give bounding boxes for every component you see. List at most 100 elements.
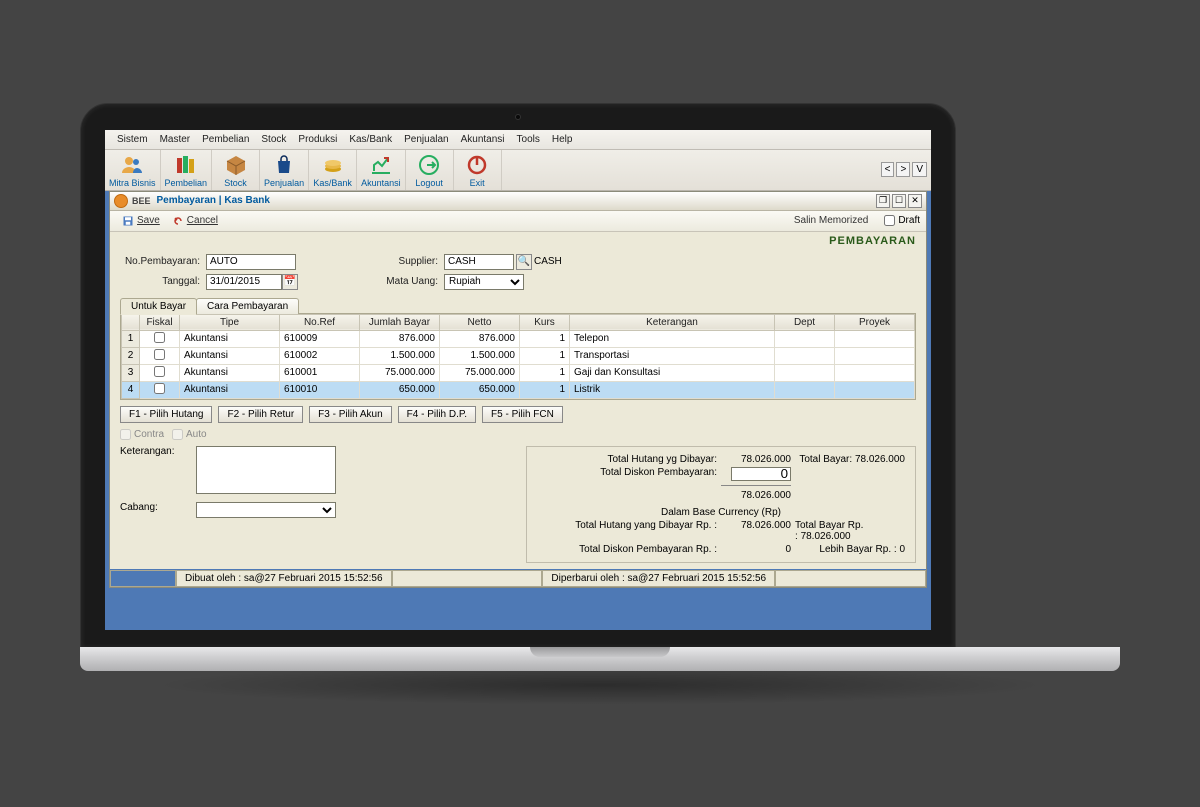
maximize-icon[interactable]: ☐ <box>892 194 906 208</box>
logout-icon <box>417 153 441 177</box>
table-row[interactable]: 1Akuntansi610009876.000876.0001Telepon <box>122 330 915 347</box>
tool-pembelian[interactable]: Pembelian <box>161 150 213 190</box>
tipe-cell[interactable]: Akuntansi <box>180 330 280 347</box>
no-pembayaran-input[interactable] <box>206 254 296 270</box>
menu-sistem[interactable]: Sistem <box>111 132 154 147</box>
kurs-cell[interactable]: 1 <box>520 330 570 347</box>
ket-cell[interactable]: Telepon <box>570 330 775 347</box>
bayar-cell[interactable]: 876.000 <box>360 330 440 347</box>
kurs-cell[interactable]: 1 <box>520 347 570 364</box>
diskon-input[interactable] <box>731 467 791 481</box>
col-noref[interactable]: No.Ref <box>280 314 360 330</box>
tool-mitra-bisnis[interactable]: Mitra Bisnis <box>105 150 161 190</box>
tool-stock[interactable]: Stock <box>212 150 260 190</box>
f3-pilih-akun[interactable]: F3 - Pilih Akun <box>309 406 391 423</box>
tipe-cell[interactable]: Akuntansi <box>180 381 280 398</box>
netto-cell[interactable]: 650.000 <box>440 381 520 398</box>
dept-cell[interactable] <box>775 347 835 364</box>
tab-untuk-bayar[interactable]: Untuk Bayar <box>120 298 197 315</box>
table-row[interactable]: 3Akuntansi61000175.000.00075.000.0001Gaj… <box>122 364 915 381</box>
tool-penjualan[interactable]: Penjualan <box>260 150 309 190</box>
kurs-cell[interactable]: 1 <box>520 364 570 381</box>
f5-pilih-fcn[interactable]: F5 - Pilih FCN <box>482 406 563 423</box>
nav-next[interactable]: > <box>896 162 910 177</box>
col-kurs[interactable]: Kurs <box>520 314 570 330</box>
proyek-cell[interactable] <box>835 330 915 347</box>
ket-cell[interactable]: Listrik <box>570 381 775 398</box>
fiskal-cell[interactable] <box>140 330 180 347</box>
proyek-cell[interactable] <box>835 381 915 398</box>
auto-checkbox[interactable]: Auto <box>172 429 207 440</box>
f2-pilih-retur[interactable]: F2 - Pilih Retur <box>218 406 303 423</box>
col-dept[interactable]: Dept <box>775 314 835 330</box>
col-jumlah-bayar[interactable]: Jumlah Bayar <box>360 314 440 330</box>
restore-down-icon[interactable]: ❐ <box>876 194 890 208</box>
tanggal-input[interactable] <box>206 274 282 290</box>
no-pembayaran-label: No.Pembayaran: <box>120 256 200 267</box>
val-total-bayar: 78.026.000 <box>855 454 905 465</box>
dept-cell[interactable] <box>775 364 835 381</box>
col-keterangan[interactable]: Keterangan <box>570 314 775 330</box>
supplier-input[interactable] <box>444 254 514 270</box>
fiskal-cell[interactable] <box>140 364 180 381</box>
menu-akuntansi[interactable]: Akuntansi <box>455 132 511 147</box>
dept-cell[interactable] <box>775 330 835 347</box>
fiskal-cell[interactable] <box>140 347 180 364</box>
menu-master[interactable]: Master <box>154 132 197 147</box>
f4-pilih-dp[interactable]: F4 - Pilih D.P. <box>398 406 476 423</box>
table-row[interactable]: 2Akuntansi6100021.500.0001.500.0001Trans… <box>122 347 915 364</box>
proyek-cell[interactable] <box>835 364 915 381</box>
menu-produksi[interactable]: Produksi <box>292 132 343 147</box>
col-rownum[interactable] <box>122 314 140 330</box>
cabang-select[interactable] <box>196 502 336 518</box>
tipe-cell[interactable]: Akuntansi <box>180 347 280 364</box>
tool-logout[interactable]: Logout <box>406 150 454 190</box>
save-button[interactable]: Save <box>116 213 166 229</box>
noref-cell[interactable]: 610001 <box>280 364 360 381</box>
fiskal-cell[interactable] <box>140 381 180 398</box>
keterangan-input[interactable] <box>196 446 336 494</box>
table-row[interactable]: 4Akuntansi610010650.000650.0001Listrik <box>122 381 915 398</box>
netto-cell[interactable]: 1.500.000 <box>440 347 520 364</box>
col-tipe[interactable]: Tipe <box>180 314 280 330</box>
menu-stock[interactable]: Stock <box>255 132 292 147</box>
cancel-button[interactable]: Cancel <box>166 213 224 229</box>
rownum-cell: 3 <box>122 364 140 381</box>
col-fiskal[interactable]: Fiskal <box>140 314 180 330</box>
kurs-cell[interactable]: 1 <box>520 381 570 398</box>
salin-memorized-button[interactable]: Salin Memorized <box>788 213 874 228</box>
bayar-cell[interactable]: 75.000.000 <box>360 364 440 381</box>
col-netto[interactable]: Netto <box>440 314 520 330</box>
tool-exit[interactable]: Exit <box>454 150 502 190</box>
ket-cell[interactable]: Gaji dan Konsultasi <box>570 364 775 381</box>
contra-checkbox[interactable]: Contra <box>120 429 164 440</box>
noref-cell[interactable]: 610010 <box>280 381 360 398</box>
tool-kasbank[interactable]: Kas/Bank <box>309 150 357 190</box>
f1-pilih-hutang[interactable]: F1 - Pilih Hutang <box>120 406 212 423</box>
draft-checkbox[interactable]: Draft <box>884 215 920 226</box>
noref-cell[interactable]: 610009 <box>280 330 360 347</box>
mata-uang-select[interactable]: Rupiah <box>444 274 524 290</box>
nav-v[interactable]: V <box>912 162 927 177</box>
noref-cell[interactable]: 610002 <box>280 347 360 364</box>
tab-cara-pembayaran[interactable]: Cara Pembayaran <box>196 298 299 314</box>
tipe-cell[interactable]: Akuntansi <box>180 364 280 381</box>
bayar-cell[interactable]: 650.000 <box>360 381 440 398</box>
nav-prev[interactable]: < <box>881 162 895 177</box>
search-icon[interactable]: 🔍 <box>516 254 532 270</box>
proyek-cell[interactable] <box>835 347 915 364</box>
col-proyek[interactable]: Proyek <box>835 314 915 330</box>
netto-cell[interactable]: 876.000 <box>440 330 520 347</box>
close-icon[interactable]: ✕ <box>908 194 922 208</box>
menu-kasbank[interactable]: Kas/Bank <box>343 132 398 147</box>
menu-tools[interactable]: Tools <box>511 132 546 147</box>
bayar-cell[interactable]: 1.500.000 <box>360 347 440 364</box>
ket-cell[interactable]: Transportasi <box>570 347 775 364</box>
menu-help[interactable]: Help <box>546 132 579 147</box>
dept-cell[interactable] <box>775 381 835 398</box>
menu-penjualan[interactable]: Penjualan <box>398 132 454 147</box>
tool-akuntansi[interactable]: Akuntansi <box>357 150 406 190</box>
menu-pembelian[interactable]: Pembelian <box>196 132 255 147</box>
calendar-icon[interactable]: 📅 <box>282 274 298 290</box>
netto-cell[interactable]: 75.000.000 <box>440 364 520 381</box>
